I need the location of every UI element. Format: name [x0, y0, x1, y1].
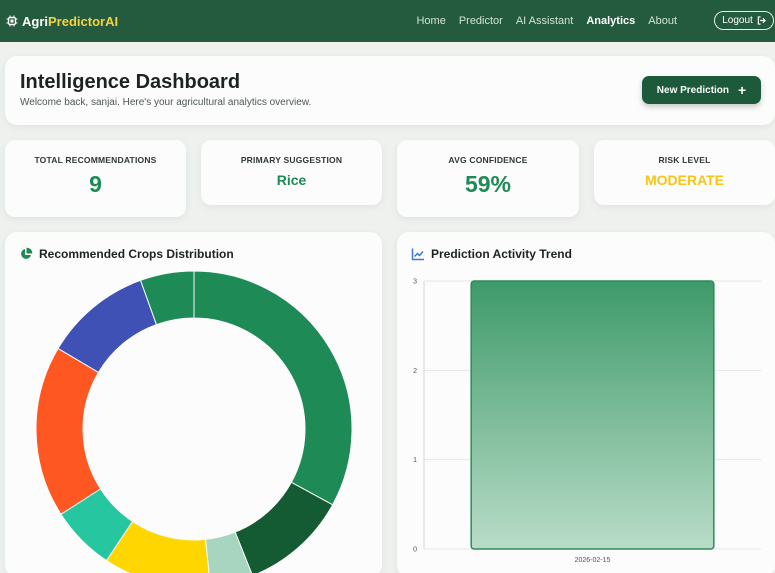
dashboard-header: Intelligence Dashboard Welcome back, san… — [5, 56, 775, 125]
logout-button[interactable]: Logout — [714, 11, 774, 30]
brand-logo[interactable]: Agri PredictorAI — [6, 14, 118, 29]
page-subtitle: Welcome back, sanjai. Here's your agricu… — [20, 97, 312, 108]
logout-label: Logout — [722, 15, 753, 26]
new-prediction-label: New Prediction — [656, 84, 730, 96]
y-tick-label: 2 — [413, 368, 417, 375]
plus-icon: + — [738, 82, 747, 98]
nav-link-home[interactable]: Home — [416, 15, 445, 27]
stat-card-avg-confidence: AVG CONFIDENCE 59% — [397, 140, 579, 217]
doughnut-slice-5[interactable] — [35, 347, 102, 515]
y-tick-label: 1 — [413, 457, 417, 464]
new-prediction-button[interactable]: New Prediction + — [642, 76, 761, 104]
prediction-bar-chart: 0 1 2 3 2026-02-15 — [413, 279, 761, 564]
stat-label: AVG CONFIDENCE — [448, 155, 528, 165]
nav-link-analytics[interactable]: Analytics — [586, 15, 635, 27]
stat-label: TOTAL RECOMMENDATIONS — [34, 155, 157, 165]
stat-card-primary-suggestion: PRIMARY SUGGESTION Rice — [201, 140, 382, 205]
stat-card-total-recommendations: TOTAL RECOMMENDATIONS 9 — [5, 140, 186, 217]
stat-value: Rice — [276, 172, 307, 188]
nav-link-about[interactable]: About — [648, 15, 677, 27]
stat-value: 9 — [89, 171, 102, 197]
stat-value: MODERATE — [644, 172, 725, 188]
brand-main: Agri — [22, 13, 48, 29]
nav-link-ai-assistant[interactable]: AI Assistant — [516, 15, 573, 27]
doughnut-slice-0[interactable] — [193, 270, 353, 506]
crops-distribution-panel: Recommended Crops Distribution — [5, 232, 382, 573]
navbar: Agri PredictorAI Home Predictor AI Assist… — [0, 0, 775, 42]
y-tick-label: 0 — [413, 547, 417, 554]
crops-doughnut-chart — [35, 270, 353, 573]
page-title: Intelligence Dashboard — [20, 71, 241, 93]
brand-highlight: PredictorAI — [48, 13, 119, 29]
y-tick-label: 3 — [413, 279, 417, 286]
stat-card-risk-level: RISK LEVEL MODERATE — [594, 140, 775, 205]
x-tick-label: 2026-02-15 — [575, 557, 611, 564]
logout-icon — [757, 16, 766, 25]
nav-links: Home Predictor AI Assistant Analytics Ab… — [416, 0, 677, 42]
stat-label: RISK LEVEL — [658, 155, 711, 165]
prediction-trend-panel: Prediction Activity Trend 0 1 2 3 2026-02-15 — [397, 232, 775, 573]
nav-link-predictor[interactable]: Predictor — [459, 15, 503, 27]
chip-icon — [6, 15, 18, 27]
stat-label: PRIMARY SUGGESTION — [240, 155, 343, 165]
bar-0[interactable] — [470, 280, 715, 550]
stat-value: 59% — [464, 171, 512, 197]
